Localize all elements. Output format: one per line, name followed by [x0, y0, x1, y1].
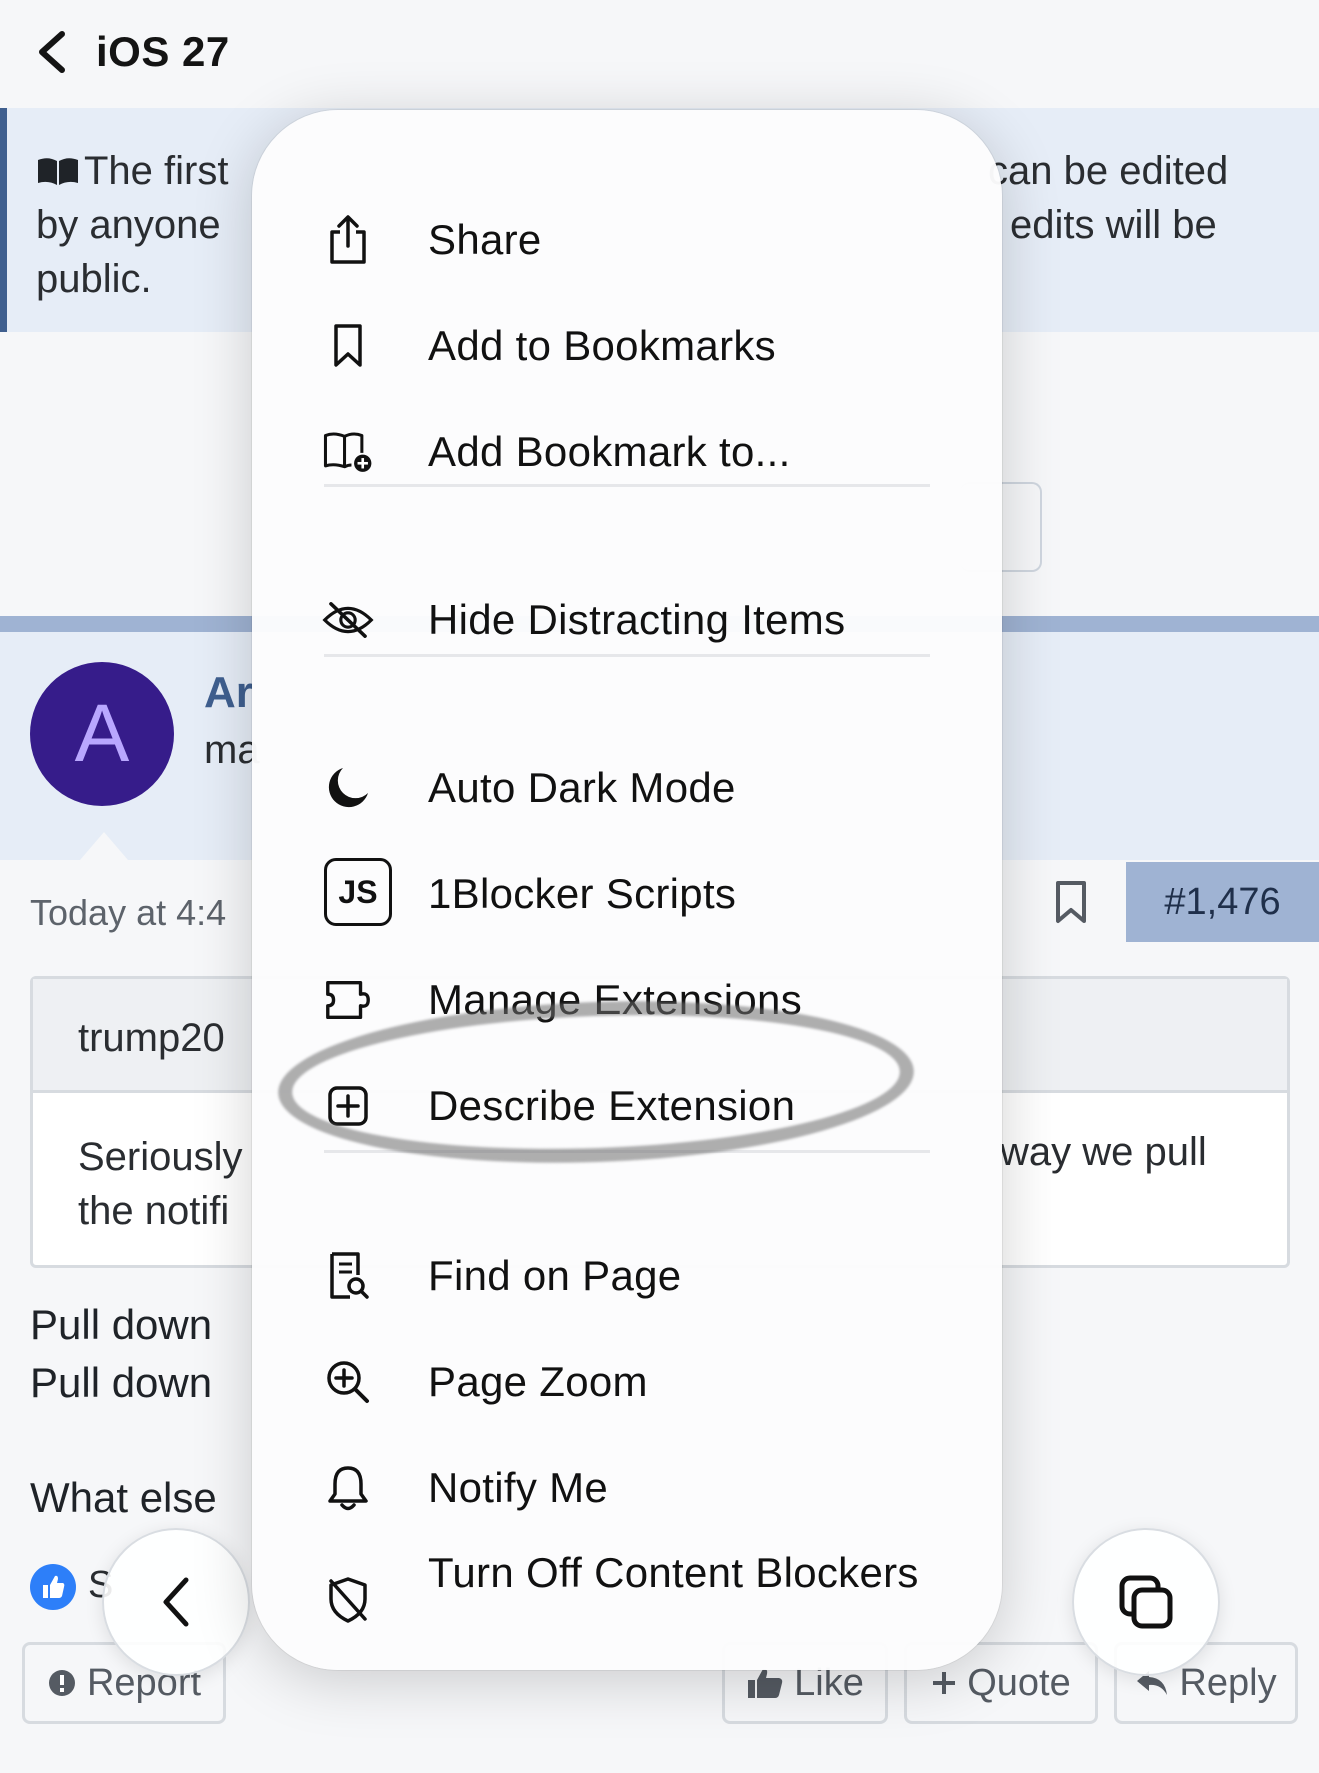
author-name[interactable]: Ar: [204, 668, 253, 718]
post-number[interactable]: #1,476: [1126, 862, 1319, 942]
notice-right-1: can be edited: [988, 149, 1229, 193]
share-icon: [322, 214, 374, 266]
bookmark-icon[interactable]: [1054, 880, 1088, 924]
shield-slash-icon: [322, 1574, 374, 1626]
thumbs-up-icon: [748, 1668, 783, 1698]
post-date[interactable]: Today at 4:4: [30, 892, 226, 934]
menu-separator: [324, 654, 930, 657]
page-title: iOS 27: [96, 28, 230, 75]
menu-label: Find on Page: [428, 1252, 682, 1299]
menu-item-auto-dark-mode[interactable]: Auto Dark Mode: [252, 742, 1002, 832]
body-question: What else: [30, 1474, 217, 1521]
menu-label: Hide Distracting Items: [428, 596, 846, 643]
notice-line-1: The first: [84, 149, 229, 193]
tabs-icon: [1119, 1575, 1173, 1629]
menu-label: Turn Off Content Blockers: [428, 1549, 919, 1596]
menu-item-turn-off-content-blockers[interactable]: Turn Off Content Blockers: [252, 1549, 1002, 1644]
menu-label: Share: [428, 216, 542, 263]
menu-item-1blocker-scripts[interactable]: JS 1Blocker Scripts: [252, 848, 1002, 938]
menu-label: Auto Dark Mode: [428, 764, 736, 811]
js-badge-text: JS: [338, 873, 378, 910]
avatar[interactable]: A: [30, 662, 174, 806]
menu-label: 1Blocker Scripts: [428, 870, 737, 917]
author-notch: [80, 832, 128, 860]
notice-text-right: can be edited edits will be: [988, 144, 1308, 252]
bookmark-icon: [322, 320, 374, 372]
doc-search-icon: [322, 1250, 374, 1302]
thumbs-up-icon: [30, 1564, 76, 1610]
menu-item-page-zoom[interactable]: Page Zoom: [252, 1336, 1002, 1426]
context-menu: Share Add to Bookmarks Add Bookmark to..…: [252, 110, 1002, 1670]
menu-item-hide-distracting-items[interactable]: Hide Distracting Items: [252, 574, 1002, 664]
menu-item-find-on-page[interactable]: Find on Page: [252, 1230, 1002, 1320]
menu-label: Notify Me: [428, 1464, 609, 1511]
quote-text-right: way we pull: [1000, 1130, 1207, 1174]
js-icon: JS: [324, 858, 392, 926]
puzzle-icon: [322, 974, 374, 1026]
quote-label: Quote: [967, 1661, 1071, 1704]
alert-circle-icon: [48, 1670, 75, 1696]
open-book-icon: [38, 158, 78, 185]
eye-slash-icon: [322, 594, 374, 646]
menu-item-notify-me[interactable]: Notify Me: [252, 1442, 1002, 1532]
book-add-icon: [322, 426, 374, 478]
chevron-left-icon: [163, 1577, 189, 1627]
menu-label: Add to Bookmarks: [428, 322, 776, 369]
plus-icon: [933, 1672, 956, 1694]
back-circle-button[interactable]: [102, 1528, 250, 1676]
menu-label: Page Zoom: [428, 1358, 648, 1405]
chevron-left-icon[interactable]: [34, 30, 74, 74]
bell-icon: [322, 1462, 374, 1514]
moon-icon: [322, 762, 374, 814]
menu-item-add-to-bookmarks[interactable]: Add to Bookmarks: [252, 300, 1002, 390]
menu-label: Add Bookmark to...: [428, 428, 791, 475]
menu-item-add-bookmark-to[interactable]: Add Bookmark to...: [252, 406, 1002, 496]
menu-item-share[interactable]: Share: [252, 194, 1002, 284]
menu-separator: [324, 484, 930, 487]
zoom-in-icon: [322, 1356, 374, 1408]
reply-label: Reply: [1179, 1661, 1277, 1704]
tabs-circle-button[interactable]: [1072, 1528, 1220, 1676]
notice-right-2: edits will be: [1010, 203, 1217, 247]
quote-username[interactable]: trump20: [78, 1016, 225, 1061]
